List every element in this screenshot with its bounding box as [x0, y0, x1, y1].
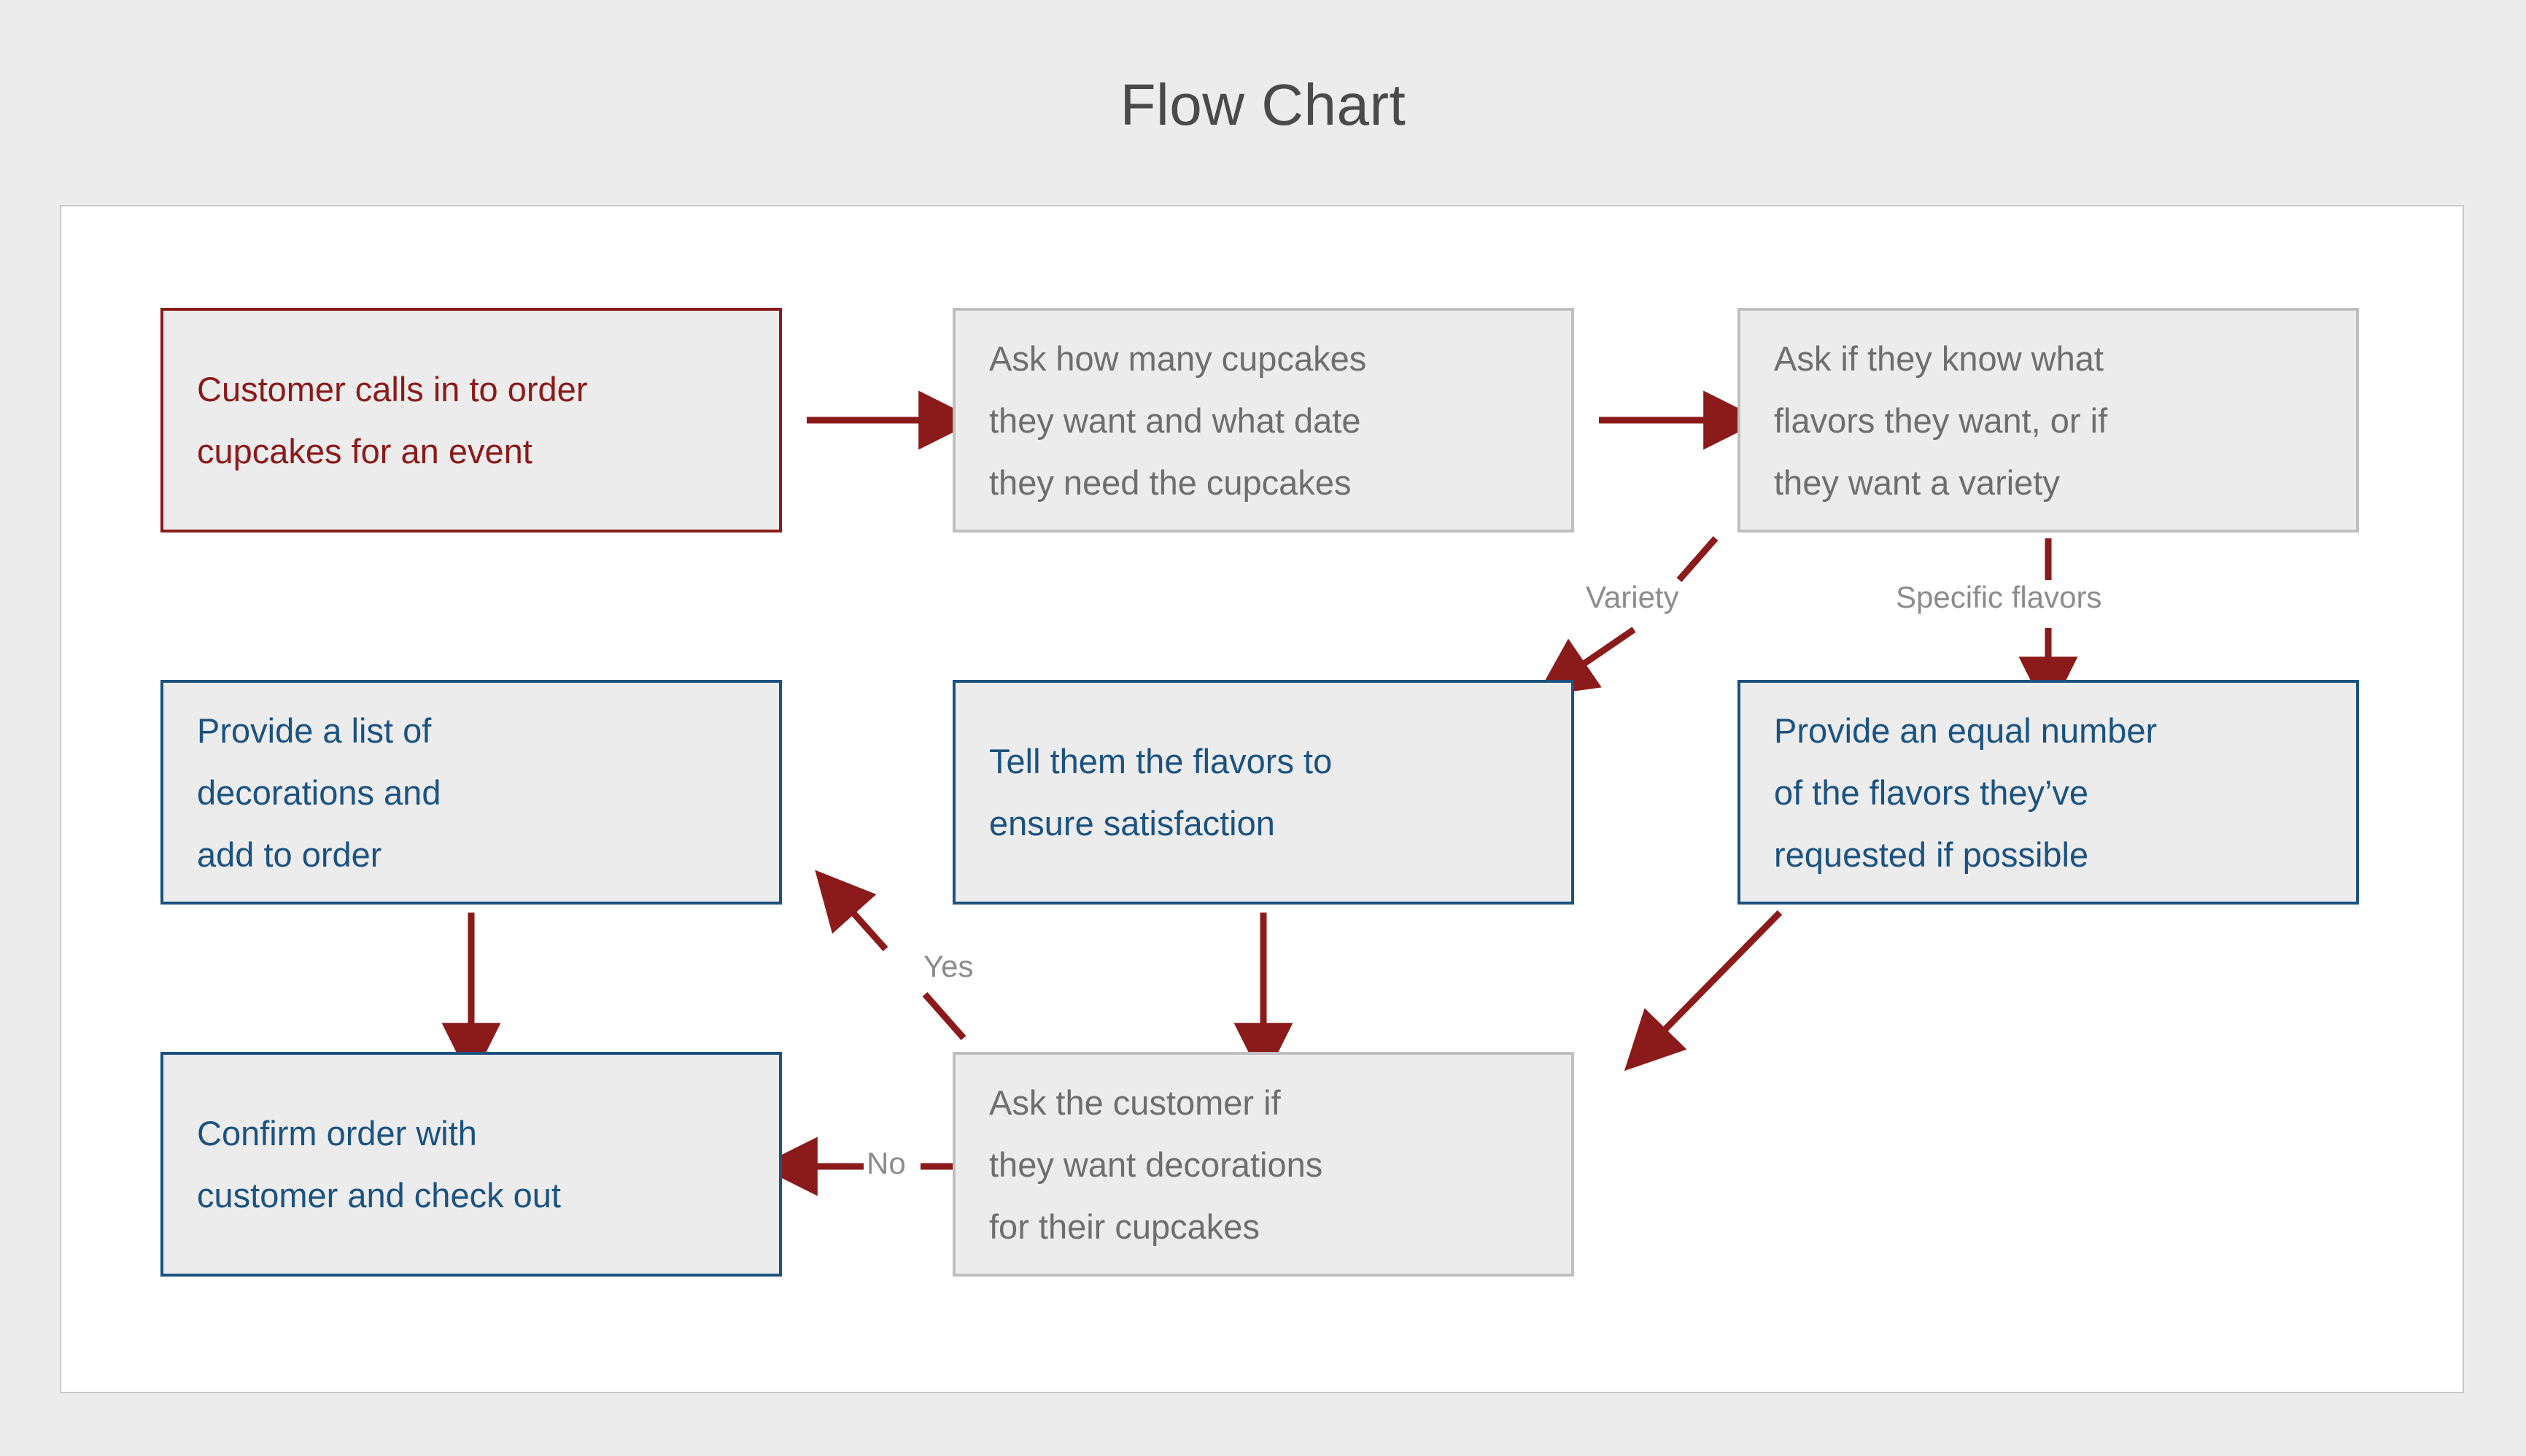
node-start-line-1: Customer calls in to order: [197, 370, 588, 408]
node-equal-number-line-3: requested if possible: [1774, 835, 2089, 874]
page-title: Flow Chart: [1120, 72, 1406, 137]
edge-label-yes: Yes: [923, 949, 974, 983]
node-list-decorations-line-1: Provide a list of: [197, 710, 432, 750]
node-start[interactable]: Customer calls in to order cupcakes for …: [160, 308, 782, 533]
node-ask-flavors-line-1: Ask if they know what: [1774, 338, 2104, 378]
node-list-decorations[interactable]: Provide a list of decorations and add to…: [160, 680, 782, 905]
node-ask-quantity-line-2: they want and what date: [989, 400, 1361, 440]
node-list-decorations-line-2: decorations and: [197, 772, 441, 812]
node-ask-decorations[interactable]: Ask the customer if they want decoration…: [953, 1052, 1574, 1277]
edge-equal-number-to-ask-decorations: [1624, 910, 1783, 1072]
node-start-line-2: cupcakes for an event: [197, 432, 532, 471]
node-ask-quantity-line-1: Ask how many cupcakes: [989, 338, 1367, 378]
node-confirm-order-line-2: customer and check out: [197, 1176, 561, 1215]
node-ask-quantity-line-3: they need the cupcakes: [989, 462, 1352, 502]
node-ask-decorations-line-2: they want decorations: [989, 1145, 1323, 1184]
node-tell-flavors-line-2: ensure satisfaction: [989, 804, 1275, 843]
node-ask-decorations-line-1: Ask the customer if: [989, 1083, 1281, 1122]
edge-label-specific-flavors: Specific flavors: [1896, 580, 2102, 614]
node-ask-flavors-line-3: they want a variety: [1774, 462, 2060, 502]
node-ask-quantity[interactable]: Ask how many cupcakes they want and what…: [953, 308, 1574, 533]
node-ask-flavors[interactable]: Ask if they know what flavors they want,…: [1737, 308, 2359, 533]
node-ask-flavors-line-2: flavors they want, or if: [1774, 400, 2108, 440]
node-equal-number[interactable]: Provide an equal number of the flavors t…: [1737, 680, 2359, 905]
edge-label-variety: Variety: [1586, 580, 1679, 614]
node-confirm-order-line-1: Confirm order with: [197, 1114, 477, 1153]
edge-label-no: No: [867, 1146, 906, 1180]
flowchart-canvas: Customer calls in to order cupcakes for …: [60, 205, 2464, 1393]
node-confirm-order[interactable]: Confirm order with customer and check ou…: [160, 1052, 782, 1277]
node-equal-number-line-2: of the flavors they’ve: [1774, 772, 2089, 812]
node-ask-decorations-line-3: for their cupcakes: [989, 1207, 1260, 1246]
node-list-decorations-line-3: add to order: [197, 835, 382, 874]
node-tell-flavors[interactable]: Tell them the flavors to ensure satisfac…: [953, 680, 1574, 905]
node-equal-number-line-1: Provide an equal number: [1774, 710, 2158, 750]
node-tell-flavors-line-1: Tell them the flavors to: [989, 742, 1333, 781]
